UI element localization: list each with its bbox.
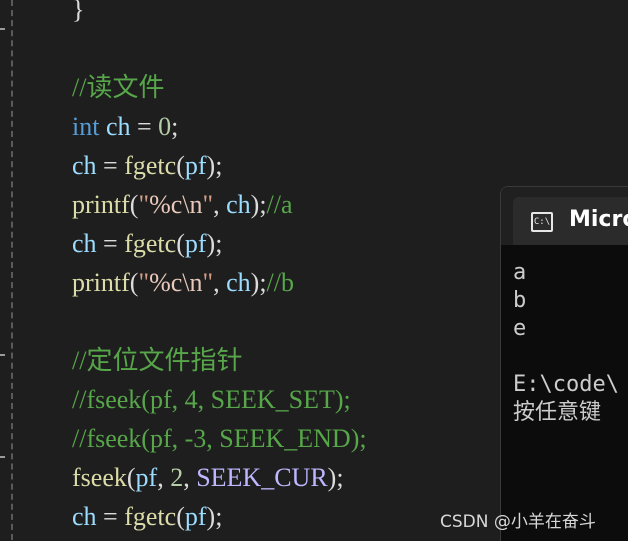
code-token: SEEK_CUR	[196, 463, 328, 492]
code-token: ch	[72, 151, 97, 180]
console-tab[interactable]: C:\ Micro	[513, 197, 628, 245]
code-token: //fseek(pf, 4, SEEK_SET);	[72, 385, 351, 414]
code-token: );	[206, 151, 223, 180]
terminal-icon: C:\	[531, 212, 553, 232]
code-token: %c\n	[149, 268, 203, 297]
code-token: "	[202, 268, 214, 297]
code-token: }	[72, 0, 85, 24]
code-token: "	[138, 268, 150, 297]
code-token: //定位文件指针	[72, 346, 243, 375]
console-tab-bar: C:\ Micro	[501, 187, 628, 245]
code-token: );	[250, 190, 267, 219]
code-token: (	[176, 502, 185, 531]
code-line: //读文件	[72, 68, 164, 107]
code-token: ch	[105, 112, 131, 141]
code-token: printf	[72, 190, 130, 219]
console-title: Micro	[569, 207, 628, 232]
editor-gutter	[0, 0, 42, 540]
fold-marker[interactable]	[0, 354, 5, 356]
code-token: (	[126, 463, 136, 492]
code-token: fgetc	[124, 151, 177, 180]
console-output-line: a	[513, 260, 527, 285]
console-output-line: e	[513, 316, 527, 341]
code-line: //fseek(pf, 4, SEEK_SET);	[72, 380, 351, 419]
code-line: //定位文件指针	[72, 341, 242, 380]
code-token: ,	[213, 190, 227, 219]
code-token: fgetc	[124, 502, 177, 531]
code-token: (	[176, 229, 185, 258]
fold-marker[interactable]	[0, 456, 5, 458]
code-token: pf	[135, 463, 158, 492]
code-line: printf("%c\n", ch);//b	[72, 263, 294, 302]
code-token: printf	[72, 268, 130, 297]
fold-marker[interactable]	[0, 28, 5, 30]
code-line: int ch = 0;	[72, 107, 178, 146]
code-token: =	[96, 502, 125, 531]
console-output-line: 按任意键	[513, 400, 602, 425]
code-line: fseek(pf, 2, SEEK_CUR);	[72, 458, 344, 497]
code-token: "	[138, 190, 150, 219]
code-token: );	[250, 268, 267, 297]
code-line: printf("%c\n", ch);//a	[72, 185, 293, 224]
code-token: ;	[171, 112, 179, 141]
code-token: //读文件	[72, 73, 165, 102]
code-token: =	[96, 229, 125, 258]
code-token: "	[202, 190, 214, 219]
code-token: 0	[158, 112, 172, 141]
console-window[interactable]: C:\ Micro abe E:\code\ 按任意键	[500, 186, 628, 541]
code-token: );	[327, 463, 344, 492]
code-token: );	[206, 502, 223, 531]
code-token: //a	[266, 190, 293, 219]
console-output: a b e E:\code\ 按任意键	[513, 259, 628, 427]
code-token: );	[206, 229, 223, 258]
code-token: %c\n	[149, 190, 203, 219]
code-token: 2	[170, 463, 184, 492]
code-line: ch = fgetc(pf);	[72, 497, 222, 536]
code-line: ch = fgetc(pf);	[72, 224, 222, 263]
code-line: ch = fgetc(pf);	[72, 146, 222, 185]
code-token: pf	[184, 229, 207, 258]
code-token: ch	[72, 502, 97, 531]
code-token: =	[96, 151, 125, 180]
code-token: pf	[184, 151, 207, 180]
console-output-line: b	[513, 288, 527, 313]
code-token: //fseek(pf, -3, SEEK_END);	[72, 424, 367, 453]
code-token: ch	[72, 229, 97, 258]
code-token: fgetc	[124, 229, 177, 258]
code-token: ch	[226, 190, 251, 219]
code-token: ,	[183, 463, 197, 492]
code-token: (	[176, 151, 185, 180]
console-output-line: E:\code\	[513, 372, 619, 397]
code-token: ch	[226, 268, 251, 297]
outline-guide	[11, 0, 13, 540]
code-token: ,	[157, 463, 171, 492]
code-token: fseek	[72, 463, 127, 492]
watermark: CSDN @小羊在奋斗	[440, 512, 596, 532]
code-token: //b	[266, 268, 294, 297]
code-token: pf	[184, 502, 207, 531]
code-token: int	[72, 112, 100, 141]
code-line: }	[72, 0, 84, 29]
code-token: ,	[213, 268, 227, 297]
code-line: //fseek(pf, -3, SEEK_END);	[72, 419, 367, 458]
code-token: =	[130, 112, 159, 141]
